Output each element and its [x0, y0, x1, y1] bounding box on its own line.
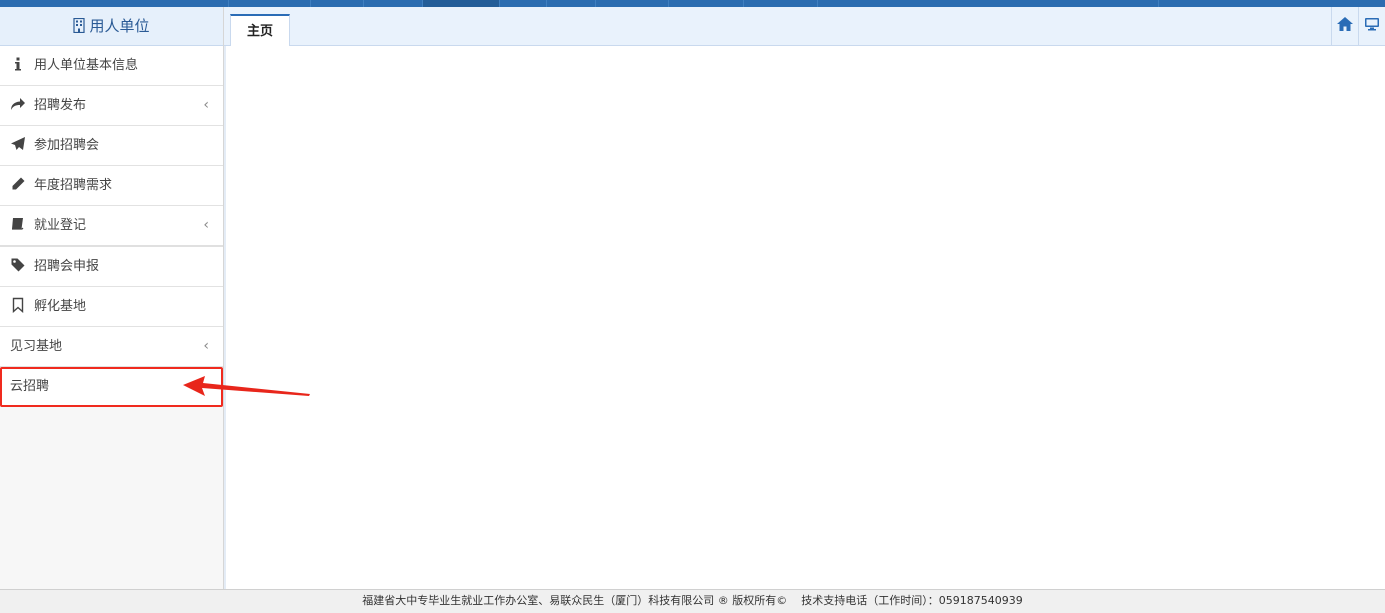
fullscreen-button[interactable] [1358, 7, 1385, 45]
main-content [224, 46, 1385, 589]
top-bar-segment [547, 0, 596, 7]
top-bar-segment [311, 0, 364, 7]
sidebar-item-incubation-base[interactable]: 孵化基地 [0, 287, 223, 327]
sidebar-item-label: 孵化基地 [34, 299, 87, 314]
top-bar-segment [423, 0, 500, 7]
sidebar-header: 用人单位 [0, 7, 223, 46]
top-bar-segment [669, 0, 744, 7]
share-arrow-icon [10, 89, 26, 110]
footer: 福建省大中专毕业生就业工作办公室、易联众民生（厦门）科技有限公司 ® 版权所有©… [0, 589, 1385, 613]
paper-plane-icon [10, 129, 26, 150]
sidebar-item-label: 招聘发布 [34, 98, 87, 113]
main-area: 主页 [224, 7, 1385, 589]
sidebar-item-job-fair-application[interactable]: 招聘会申报 [0, 247, 223, 287]
building-icon [73, 9, 86, 34]
top-bar [0, 0, 1385, 7]
top-bar-segment [818, 0, 1159, 7]
top-bar-segment [596, 0, 669, 7]
sidebar-item-company-info[interactable]: 用人单位基本信息 [0, 46, 223, 86]
sidebar-item-label: 年度招聘需求 [34, 178, 113, 193]
home-icon [1336, 16, 1354, 36]
sidebar-item-label: 招聘会申报 [34, 259, 100, 274]
top-bar-segment [228, 0, 311, 7]
sidebar-item-label: 用人单位基本信息 [34, 58, 139, 73]
sidebar-item-recruitment-publish[interactable]: 招聘发布 ‹ [0, 86, 223, 126]
top-bar-segment [500, 0, 547, 7]
sidebar-item-label: 云招聘 [10, 379, 50, 394]
tab-bar: 主页 [224, 7, 1385, 46]
chevron-left-icon: ‹ [203, 97, 209, 113]
sidebar-item-label: 就业登记 [34, 218, 87, 233]
top-bar-segment [364, 0, 423, 7]
sidebar-menu: 用人单位基本信息 招聘发布 ‹ 参加招聘会 年度招聘需求 就业登记 ‹ 招聘会申… [0, 46, 223, 407]
tab-home[interactable]: 主页 [230, 14, 290, 46]
chevron-left-icon: ‹ [203, 338, 209, 354]
sidebar-item-label: 参加招聘会 [34, 138, 100, 153]
monitor-icon [1364, 17, 1380, 35]
tag-icon [10, 250, 26, 272]
sidebar-item-internship-base[interactable]: 见习基地 ‹ [0, 327, 223, 367]
sidebar-item-employment-registration[interactable]: 就业登记 ‹ [0, 206, 223, 247]
book-icon [10, 209, 26, 230]
footer-copyright: 福建省大中专毕业生就业工作办公室、易联众民生（厦门）科技有限公司 ® 版权所有© [362, 594, 788, 607]
sidebar-item-annual-demand[interactable]: 年度招聘需求 [0, 166, 223, 206]
top-bar-segment [0, 0, 229, 7]
chevron-left-icon: ‹ [203, 217, 209, 233]
annotation-arrow [183, 376, 310, 396]
sidebar: 用人单位 用人单位基本信息 招聘发布 ‹ 参加招聘会 年度招聘需求 就业登记 ‹… [0, 7, 224, 589]
tab-tools [1331, 7, 1385, 45]
top-bar-segment [744, 0, 818, 7]
pencil-icon [10, 169, 26, 190]
sidebar-item-label: 见习基地 [10, 339, 63, 354]
bookmark-icon [10, 290, 26, 314]
footer-support-phone: 技术支持电话（工作时间）：059187540939 [801, 594, 1023, 607]
sidebar-item-job-fair[interactable]: 参加招聘会 [0, 126, 223, 166]
home-button[interactable] [1331, 7, 1358, 45]
sidebar-title: 用人单位 [89, 17, 150, 35]
info-icon [10, 49, 26, 71]
